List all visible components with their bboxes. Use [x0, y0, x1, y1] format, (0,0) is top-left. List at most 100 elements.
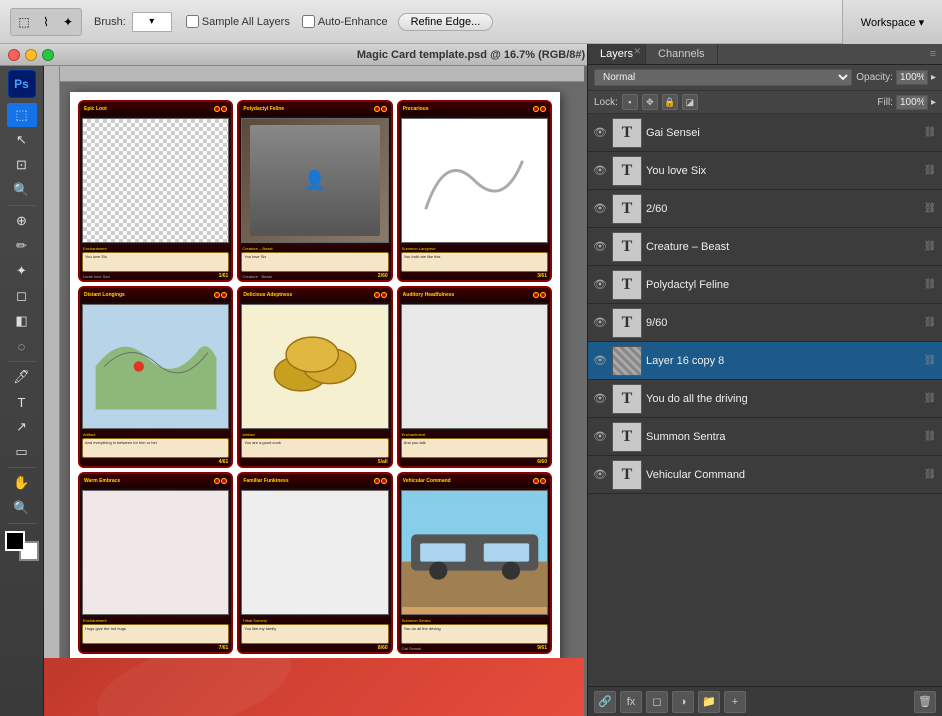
card-3: Precarious Summon Langneur You both ate … — [397, 100, 552, 282]
layer-name-you-love-six: You love Six — [646, 165, 918, 177]
workspace-button[interactable]: Workspace ▾ — [842, 0, 942, 44]
tool-separator-1 — [8, 205, 36, 206]
new-group-button[interactable]: 📁 — [698, 691, 720, 713]
layer-eye-you-love-six[interactable]: 👁 — [592, 163, 608, 179]
magic-wand-tool[interactable]: ✦ — [57, 11, 79, 33]
layer-item-you-love-six[interactable]: 👁 T You love Six ⛓ — [588, 152, 942, 190]
layers-list[interactable]: 👁 T Gai Sensei ⛓ 👁 T You love Six ⛓ 👁 T … — [588, 114, 942, 686]
tool-select-group[interactable]: ⬚ ⌇ ✦ — [10, 8, 82, 36]
layer-eye-layer-copy[interactable]: 👁 — [592, 353, 608, 369]
layer-eye-polydactyl-feline[interactable]: 👁 — [592, 277, 608, 293]
pen-tool[interactable]: 🖊 — [7, 365, 37, 389]
auto-enhance-option[interactable]: Auto-Enhance — [302, 15, 388, 28]
brush-size-selector[interactable]: ▾ — [132, 12, 172, 32]
tab-layers[interactable]: Layers ✕ — [588, 44, 646, 64]
layer-item-polydactyl-feline[interactable]: 👁 T Polydactyl Feline ⛓ — [588, 266, 942, 304]
document-title: Magic Card template.psd @ 16.7% (RGB/8#) — [357, 49, 585, 61]
layer-item-9-60[interactable]: 👁 T 9/60 ⛓ — [588, 304, 942, 342]
card-6-title: Auditory Headfulness — [403, 292, 455, 298]
direct-select-tool[interactable]: ↖ — [7, 128, 37, 152]
window-close-button[interactable] — [8, 49, 20, 61]
window-minimize-button[interactable] — [25, 49, 37, 61]
fill-arrow[interactable]: ▸ — [931, 97, 936, 108]
layer-item-2-60[interactable]: 👁 T 2/60 ⛓ — [588, 190, 942, 228]
opacity-label: Opacity: — [856, 72, 893, 83]
card-9-image — [401, 490, 548, 615]
clone-stamp-tool[interactable]: ✦ — [7, 259, 37, 283]
card-6-mana — [533, 292, 546, 298]
brush-tool[interactable]: ✏ — [7, 234, 37, 258]
window-controls[interactable] — [8, 49, 54, 61]
layer-eye-vehicular-command[interactable]: 👁 — [592, 467, 608, 483]
lock-position-icon[interactable]: ✥ — [642, 94, 658, 110]
layer-eye-you-do-driving[interactable]: 👁 — [592, 391, 608, 407]
layer-item-creature-beast[interactable]: 👁 T Creature – Beast ⛓ — [588, 228, 942, 266]
selection-tool[interactable]: ⬚ — [7, 103, 37, 127]
card-8-mana — [374, 478, 387, 484]
hand-tool[interactable]: ✋ — [7, 471, 37, 495]
canvas-container[interactable]: Epic Loot Enchantment You love Six Lame … — [60, 82, 584, 696]
panel-menu-button[interactable]: ≡ — [924, 44, 942, 64]
card-9-text: You do all the driving — [401, 624, 548, 644]
link-layers-button[interactable]: 🔗 — [594, 691, 616, 713]
blur-tool[interactable]: ◌ — [7, 334, 37, 358]
lock-all-icon[interactable]: 🔒 — [662, 94, 678, 110]
opacity-group: Opacity: ▸ — [856, 70, 936, 85]
mana-sym — [221, 478, 227, 484]
layer-item-summon-sentra[interactable]: 👁 T Summon Sentra ⛓ — [588, 418, 942, 456]
healing-brush-tool[interactable]: ⊕ — [7, 209, 37, 233]
layer-eye-9-60[interactable]: 👁 — [592, 315, 608, 331]
refine-edge-button[interactable]: Refine Edge... — [398, 13, 494, 31]
lasso-tool[interactable]: ⌇ — [35, 11, 57, 33]
mana-sym — [381, 478, 387, 484]
mana-sym — [374, 292, 380, 298]
fx-button[interactable]: fx — [620, 691, 642, 713]
lock-transparent-icon[interactable]: ◪ — [682, 94, 698, 110]
document-canvas[interactable]: Epic Loot Enchantment You love Six Lame … — [70, 92, 560, 662]
sample-all-layers-checkbox[interactable] — [186, 15, 199, 28]
ps-logo: Ps — [8, 70, 36, 98]
layer-eye-gai-sensei[interactable]: 👁 — [592, 125, 608, 141]
blend-mode-row: Normal Opacity: ▸ — [588, 65, 942, 91]
layer-eye-summon-sentra[interactable]: 👁 — [592, 429, 608, 445]
layer-eye-2-60[interactable]: 👁 — [592, 201, 608, 217]
adjustment-layer-button[interactable]: ◑ — [672, 691, 694, 713]
card-3-mana — [533, 106, 546, 112]
layer-item-gai-sensei[interactable]: 👁 T Gai Sensei ⛓ — [588, 114, 942, 152]
select-tool[interactable]: ⬚ — [13, 11, 35, 33]
path-selection-tool[interactable]: ↗ — [7, 415, 37, 439]
foreground-color[interactable] — [5, 531, 25, 551]
delete-layer-button[interactable]: 🗑 — [914, 691, 936, 713]
color-picker[interactable] — [5, 531, 39, 561]
opacity-arrow[interactable]: ▸ — [931, 72, 936, 83]
type-tool[interactable]: T — [7, 390, 37, 414]
card-3-pt: 3/61 — [537, 273, 547, 279]
blend-mode-select[interactable]: Normal — [594, 69, 852, 86]
lock-pixel-icon[interactable]: ▪ — [622, 94, 638, 110]
card-6: Auditory Headfulness Enchantment And you… — [397, 286, 552, 468]
layer-item-you-do-driving[interactable]: 👁 T You do all the driving ⛓ — [588, 380, 942, 418]
layer-item-vehicular-command[interactable]: 👁 T Vehicular Command ⛓ — [588, 456, 942, 494]
tab-channels[interactable]: Channels — [646, 44, 717, 64]
layer-eye-creature-beast[interactable]: 👁 — [592, 239, 608, 255]
layer-item-layer-copy[interactable]: 👁 Layer 16 copy 8 ⛓ — [588, 342, 942, 380]
zoom-tool[interactable]: 🔍 — [7, 496, 37, 520]
new-layer-button[interactable]: + — [724, 691, 746, 713]
window-maximize-button[interactable] — [42, 49, 54, 61]
fill-input[interactable] — [896, 95, 928, 110]
eraser-tool[interactable]: ◻ — [7, 284, 37, 308]
opacity-input[interactable] — [896, 70, 928, 85]
toolbar-tools: ⬚ ⌇ ✦ Brush: ▾ Sample All Layers Auto-En… — [0, 8, 503, 36]
gradient-tool[interactable]: ◧ — [7, 309, 37, 333]
card-1-mana — [214, 106, 227, 112]
auto-enhance-checkbox[interactable] — [302, 15, 315, 28]
card-6-image — [401, 304, 548, 429]
sample-all-layers-option[interactable]: Sample All Layers — [186, 15, 290, 28]
crop-tool[interactable]: ⊡ — [7, 153, 37, 177]
add-mask-button[interactable]: ◻ — [646, 691, 668, 713]
shape-tool[interactable]: ▭ — [7, 440, 37, 464]
card-4-mana — [214, 292, 227, 298]
eyedropper-tool[interactable]: 🔍 — [7, 178, 37, 202]
card-1-set: Lame love Sad — [83, 274, 110, 279]
card-4-type: Artifact — [80, 431, 231, 438]
